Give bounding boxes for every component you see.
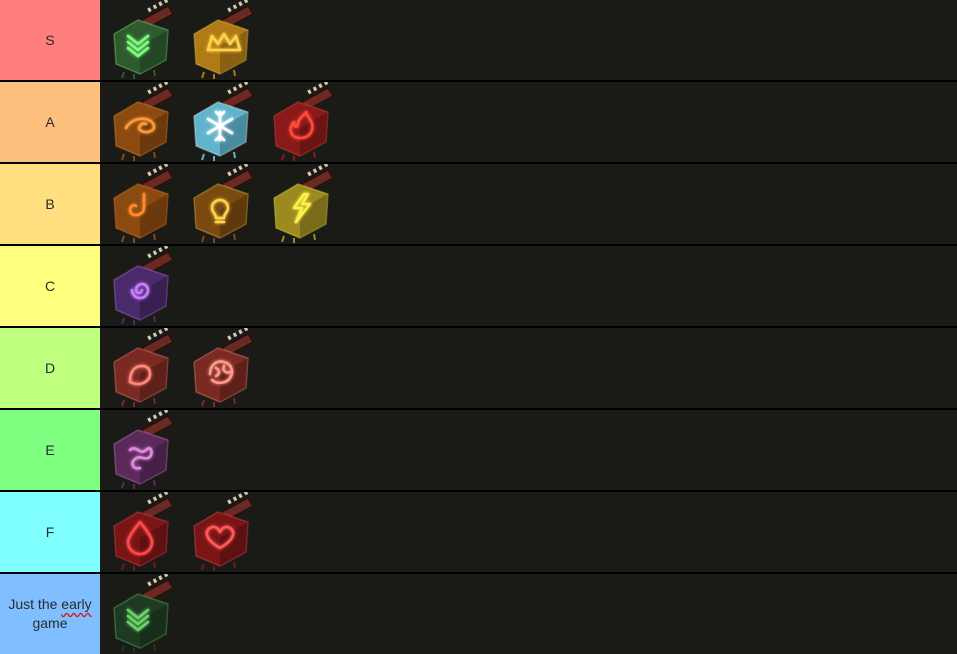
- tier-items[interactable]: [100, 410, 957, 490]
- tier-label[interactable]: F: [0, 492, 100, 572]
- chevron-stripes-icon[interactable]: [102, 574, 182, 654]
- tier-label[interactable]: D: [0, 328, 100, 408]
- tier-label-text: Just the: [8, 596, 62, 612]
- tier-label[interactable]: A: [0, 82, 100, 162]
- drop-icon[interactable]: [102, 492, 182, 572]
- tier-row: Just the early game: [0, 574, 957, 654]
- lightbulb-icon[interactable]: [182, 164, 262, 244]
- tier-items[interactable]: [100, 492, 957, 572]
- tier-row: B: [0, 164, 957, 246]
- brain-icon[interactable]: [182, 328, 262, 408]
- tier-items[interactable]: [100, 328, 957, 408]
- chevron-stripes-icon[interactable]: [102, 0, 182, 80]
- crown-icon[interactable]: [182, 0, 262, 80]
- tier-label[interactable]: E: [0, 410, 100, 490]
- fist-icon[interactable]: [102, 328, 182, 408]
- hook-icon[interactable]: [102, 164, 182, 244]
- tier-label[interactable]: Just the early game: [0, 574, 100, 654]
- tier-row: A: [0, 82, 957, 164]
- tier-label[interactable]: S: [0, 0, 100, 80]
- swirl-icon[interactable]: [102, 82, 182, 162]
- spellcheck-word: early: [61, 596, 92, 612]
- tier-row: F: [0, 492, 957, 574]
- spiral-icon[interactable]: [102, 246, 182, 326]
- heart-icon[interactable]: [182, 492, 262, 572]
- tier-items[interactable]: [100, 82, 957, 162]
- flame-icon[interactable]: [262, 82, 342, 162]
- tier-items[interactable]: [100, 574, 957, 654]
- tier-row: C: [0, 246, 957, 328]
- tier-label[interactable]: C: [0, 246, 100, 326]
- tier-items[interactable]: [100, 0, 957, 80]
- tier-row: D: [0, 328, 957, 410]
- lightning-icon[interactable]: [262, 164, 342, 244]
- tier-row: E: [0, 410, 957, 492]
- tier-items[interactable]: [100, 164, 957, 244]
- tier-items[interactable]: [100, 246, 957, 326]
- tier-row: S: [0, 0, 957, 82]
- snowflake-icon[interactable]: [182, 82, 262, 162]
- squiggle-icon[interactable]: [102, 410, 182, 490]
- tier-label-text: game: [32, 615, 68, 631]
- tier-list: S A B C D E F Just the early game: [0, 0, 957, 654]
- tier-label[interactable]: B: [0, 164, 100, 244]
